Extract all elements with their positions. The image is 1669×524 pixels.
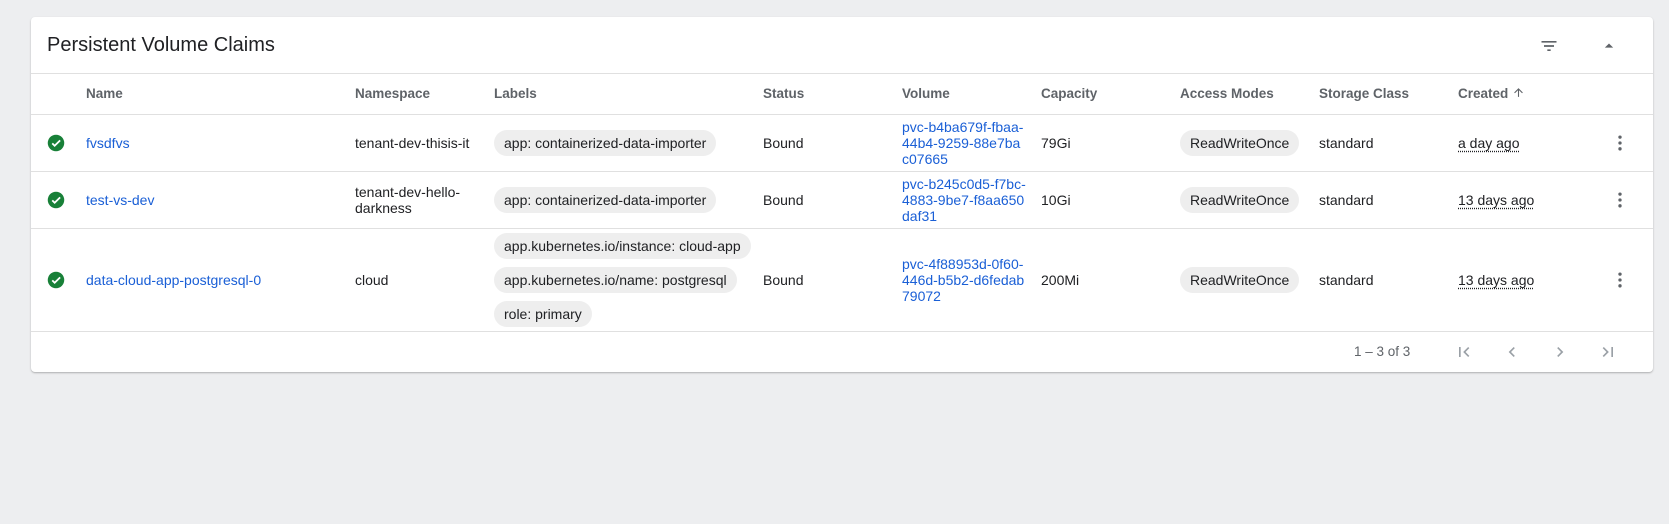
pvc-name-link[interactable]: data-cloud-app-postgresql-0: [86, 272, 261, 288]
status-cell: Bound: [763, 134, 804, 151]
col-header-capacity[interactable]: Capacity: [1041, 74, 1180, 114]
col-header-labels: Labels: [494, 86, 537, 102]
check-circle-icon: [31, 191, 86, 209]
access-mode-chip: ReadWriteOnce: [1180, 129, 1300, 156]
created-cell: a day ago: [1458, 134, 1520, 151]
table-row: test-vs-dev tenant-dev-hello-darkness ap…: [31, 171, 1653, 228]
created-cell: 13 days ago: [1458, 191, 1535, 208]
pvc-name-link[interactable]: test-vs-dev: [86, 192, 154, 208]
table-row: fvsdfvs tenant-dev-thisis-it app: contai…: [31, 114, 1653, 171]
more-vert-icon[interactable]: [1606, 129, 1634, 157]
check-circle-icon: [31, 271, 86, 289]
chevron-left-icon[interactable]: [1498, 338, 1526, 366]
created-cell: 13 days ago: [1458, 271, 1535, 288]
card-title: Persistent Volume Claims: [47, 34, 275, 56]
namespace-cell: tenant-dev-hello-darkness: [355, 183, 461, 216]
last-page-icon[interactable]: [1594, 338, 1622, 366]
access-mode-chip: ReadWriteOnce: [1180, 186, 1300, 213]
status-cell: Bound: [763, 191, 804, 208]
pvc-table: Name Namespace Labels Status Volume Capa…: [31, 74, 1653, 332]
paginator-range-label: 1 – 3 of 3: [1354, 343, 1411, 359]
table-row: data-cloud-app-postgresql-0 cloud app.ku…: [31, 228, 1653, 331]
col-header-access-modes: Access Modes: [1180, 86, 1274, 102]
col-header-volume[interactable]: Volume: [902, 74, 1041, 114]
arrow-upward-icon: [1512, 86, 1525, 102]
label-chip: role: primary: [494, 300, 592, 327]
status-cell: Bound: [763, 271, 804, 288]
col-header-created-label: Created: [1458, 85, 1509, 101]
capacity-cell: 10Gi: [1041, 191, 1071, 208]
access-mode-chip: ReadWriteOnce: [1180, 266, 1300, 293]
check-circle-icon: [31, 134, 86, 152]
storage-class-cell: standard: [1319, 191, 1374, 208]
col-header-created[interactable]: Created: [1458, 74, 1598, 114]
filter-list-icon[interactable]: [1534, 31, 1564, 61]
label-chip: app.kubernetes.io/name: postgresql: [494, 266, 737, 293]
volume-link[interactable]: pvc-4f88953d-0f60-446d-b5b2-d6fedab79072: [902, 256, 1027, 304]
chevron-right-icon[interactable]: [1546, 338, 1574, 366]
more-vert-icon[interactable]: [1606, 186, 1634, 214]
capacity-cell: 79Gi: [1041, 134, 1071, 151]
labels-list: app.kubernetes.io/instance: cloud-app ap…: [494, 229, 763, 331]
paginator: 1 – 3 of 3: [31, 332, 1653, 372]
pvc-card: Persistent Volume Claims Name Namespace …: [31, 17, 1653, 372]
label-chip: app: containerized-data-importer: [494, 129, 717, 156]
namespace-cell: tenant-dev-thisis-it: [355, 134, 470, 151]
col-header-name[interactable]: Name: [86, 74, 355, 114]
first-page-icon[interactable]: [1450, 338, 1478, 366]
namespace-cell: cloud: [355, 271, 389, 288]
storage-class-cell: standard: [1319, 271, 1374, 288]
col-header-namespace[interactable]: Namespace: [355, 74, 494, 114]
pvc-name-link[interactable]: fvsdfvs: [86, 135, 130, 151]
arrow-drop-up-icon[interactable]: [1594, 31, 1624, 61]
capacity-cell: 200Mi: [1041, 271, 1080, 288]
card-header: Persistent Volume Claims: [31, 17, 1653, 74]
volume-link[interactable]: pvc-b4ba679f-fbaa-44b4-9259-88e7bac07665: [902, 119, 1027, 167]
label-chip: app.kubernetes.io/instance: cloud-app: [494, 232, 751, 259]
storage-class-cell: standard: [1319, 134, 1374, 151]
volume-link[interactable]: pvc-b245c0d5-f7bc-4883-9be7-f8aa650daf31: [902, 176, 1027, 224]
table-header-row: Name Namespace Labels Status Volume Capa…: [31, 74, 1653, 114]
label-chip: app: containerized-data-importer: [494, 186, 717, 213]
more-vert-icon[interactable]: [1606, 266, 1634, 294]
col-header-storage-class[interactable]: Storage Class: [1319, 74, 1458, 114]
col-header-status[interactable]: Status: [763, 74, 902, 114]
